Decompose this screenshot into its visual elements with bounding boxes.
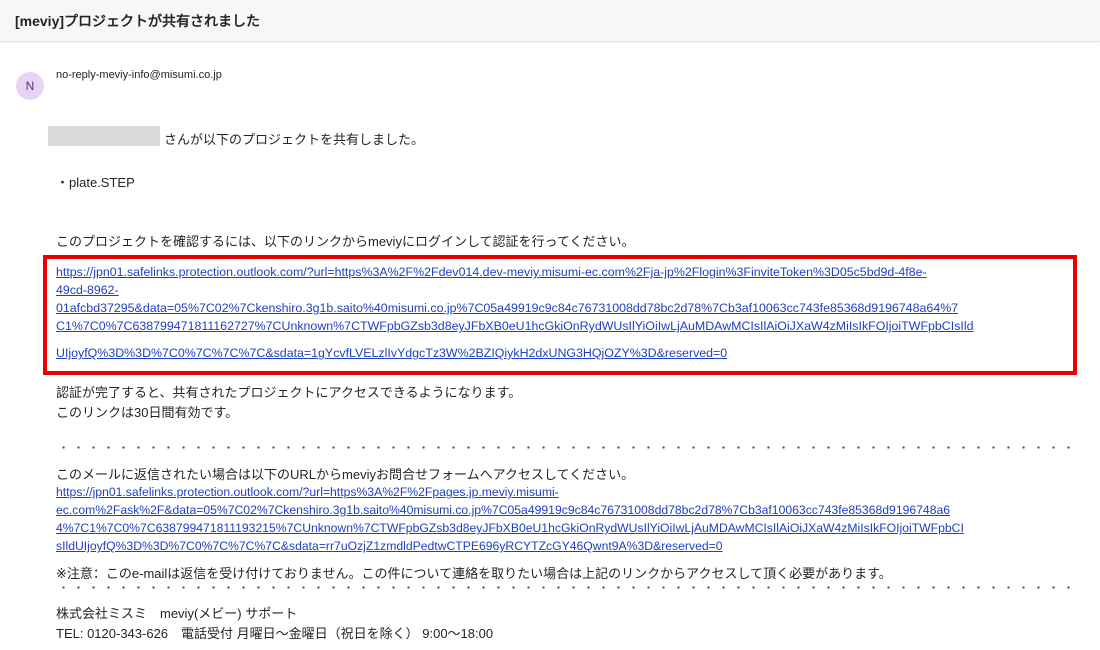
subject-bar: [meviy]プロジェクトが共有されました [0, 0, 1100, 42]
company-signature: 株式会社ミスミ meviy(メビー) サポート [56, 606, 298, 621]
login-instruction: このプロジェクトを確認するには、以下のリンクからmeviyにログインして認証を行… [56, 234, 635, 249]
login-link-line-5[interactable]: UIjoyfQ%3D%3D%7C0%7C%7C%7C&sdata=1gYcvfL… [56, 345, 727, 361]
contact-link-line-1[interactable]: https://jpn01.safelinks.protection.outlo… [56, 484, 559, 500]
login-link-line-4[interactable]: C1%7C0%7C638799471811162727%7CUnknown%7C… [56, 318, 973, 334]
login-link-line-3[interactable]: 01afcbd37295&data=05%7C02%7Ckenshiro.3g1… [56, 300, 958, 316]
dotted-separator-bottom [56, 586, 1076, 589]
contact-link-line-4[interactable]: sIldUIjoyfQ%3D%3D%7C0%7C%7C%7C&sdata=rr7… [56, 538, 723, 554]
sender-avatar[interactable]: N [16, 72, 44, 100]
redacted-sender-name [48, 126, 160, 146]
dotted-separator-top [56, 446, 1076, 449]
validity-text: このリンクは30日間有効です。 [56, 405, 239, 420]
email-subject: [meviy]プロジェクトが共有されました [15, 13, 261, 29]
contact-link-line-2[interactable]: ec.com%2Fask%2F&data=05%7C02%7Ckenshiro.… [56, 502, 950, 518]
support-phone: TEL: 0120-343-626 電話受付 月曜日～金曜日（祝日を除く） 9:… [56, 626, 494, 641]
reply-instruction: このメールに返信されたい場合は以下のURLからmeviyお問合せフォームへアクセ… [56, 467, 635, 482]
project-item: ・plate.STEP [56, 175, 135, 190]
contact-link-line-3[interactable]: 4%7C1%7C0%7C638799471811193215%7CUnknown… [56, 520, 964, 536]
sender-address[interactable]: no-reply-meviy-info@misumi.co.jp [56, 69, 222, 81]
login-link-line-1[interactable]: https://jpn01.safelinks.protection.outlo… [56, 264, 927, 280]
notice-text: ※注意：このe-mailは返信を受け付けておりません。この件について連絡を取りた… [56, 566, 892, 581]
shared-message: さんが以下のプロジェクトを共有しました。 [164, 132, 425, 147]
login-link-line-2[interactable]: 49cd-8962- [56, 282, 119, 298]
after-auth-text: 認証が完了すると、共有されたプロジェクトにアクセスできるようになります。 [56, 385, 522, 400]
